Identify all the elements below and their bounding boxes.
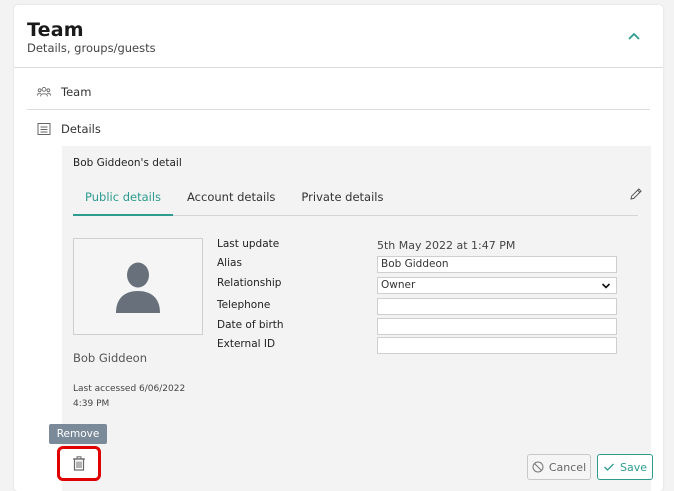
group-icon	[37, 86, 51, 96]
remove-button[interactable]	[57, 446, 101, 481]
dob-label: Date of birth	[217, 319, 284, 331]
chevron-up-icon[interactable]	[627, 29, 641, 43]
tab-private-details[interactable]: Private details	[289, 183, 395, 215]
detail-tabs: Public details Account details Private d…	[73, 183, 638, 216]
cancel-label: Cancel	[548, 460, 587, 474]
external-id-label: External ID	[217, 338, 276, 350]
person-name: Bob Giddeon	[73, 351, 147, 365]
last-update-value: 5th May 2022 at 1:47 PM	[377, 239, 516, 252]
last-accessed: Last accessed 6/06/2022 4:39 PM	[73, 384, 186, 409]
list-icon	[37, 123, 51, 135]
relationship-value: Owner	[381, 279, 416, 291]
pencil-icon[interactable]	[629, 187, 643, 201]
chevron-down-icon	[601, 282, 611, 289]
team-card: Team Details, groups/guests Team Details…	[14, 5, 663, 491]
save-button[interactable]: Save	[597, 454, 653, 480]
tab-account-details[interactable]: Account details	[175, 183, 287, 215]
nav-item-details[interactable]: Details	[27, 111, 650, 147]
external-id-field[interactable]	[377, 337, 617, 354]
alias-field[interactable]: Bob Giddeon	[377, 256, 617, 273]
detail-panel: Bob Giddeon's detail Public details Acco…	[62, 146, 653, 491]
check-icon	[604, 463, 614, 471]
tab-public-details[interactable]: Public details	[73, 183, 174, 216]
avatar[interactable]	[73, 238, 203, 335]
nav-item-team-label: Team	[61, 84, 92, 99]
person-silhouette-icon	[116, 262, 160, 313]
dob-field[interactable]	[377, 318, 617, 335]
relationship-select[interactable]: Owner	[377, 277, 617, 294]
nav-item-team[interactable]: Team	[27, 74, 650, 110]
relationship-label: Relationship	[217, 277, 282, 289]
telephone-label: Telephone	[217, 299, 271, 311]
cancel-icon	[532, 461, 544, 473]
last-update-label: Last update	[217, 238, 280, 250]
nav-item-details-label: Details	[61, 122, 101, 136]
card-title: Team	[27, 19, 84, 41]
telephone-field[interactable]	[377, 298, 617, 315]
alias-label: Alias	[217, 257, 242, 269]
detail-title: Bob Giddeon's detail	[73, 157, 182, 169]
remove-tooltip: Remove	[49, 424, 107, 444]
card-divider	[14, 67, 663, 68]
card-subtitle: Details, groups/guests	[27, 41, 156, 55]
cancel-button[interactable]: Cancel	[527, 454, 591, 480]
save-label: Save	[619, 460, 647, 474]
trash-icon	[73, 456, 85, 471]
